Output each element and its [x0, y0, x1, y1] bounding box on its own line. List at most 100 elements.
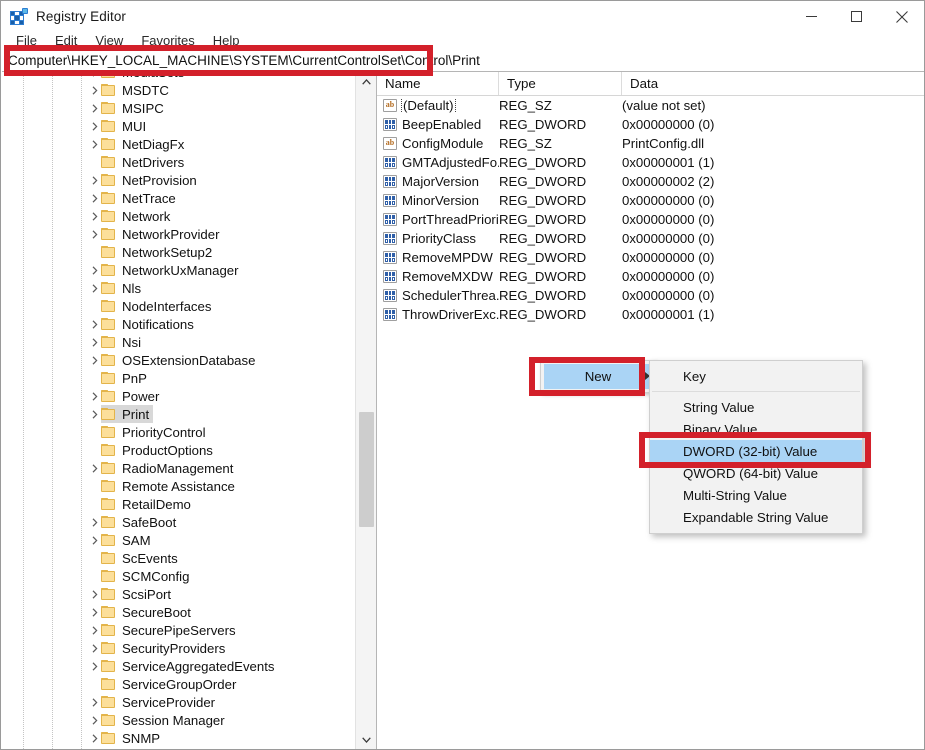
chevron-right-icon[interactable] — [88, 603, 101, 621]
address-bar[interactable]: Computer\HKEY_LOCAL_MACHINE\SYSTEM\Curre… — [2, 49, 924, 72]
tree-item[interactable]: NetTrace — [2, 189, 354, 207]
tree-item[interactable]: PriorityControl — [2, 423, 354, 441]
chevron-right-icon[interactable] — [88, 459, 101, 477]
chevron-right-icon[interactable] — [88, 729, 101, 747]
value-row[interactable]: PortThreadPriority REG_DWORD 0x00000000 (0… — [377, 210, 924, 229]
submenu-item[interactable]: DWORD (32-bit) Value — [650, 440, 862, 462]
chevron-right-icon[interactable] — [88, 261, 101, 279]
tree-item[interactable]: SafeBoot — [2, 513, 354, 531]
maximize-icon[interactable] — [834, 1, 879, 32]
chevron-right-icon[interactable] — [88, 513, 101, 531]
tree-item[interactable]: ScEvents — [2, 549, 354, 567]
tree-item[interactable]: Power — [2, 387, 354, 405]
chevron-right-icon[interactable] — [88, 99, 101, 117]
chevron-right-icon[interactable] — [88, 207, 101, 225]
tree-item[interactable]: ScsiPort — [2, 585, 354, 603]
chevron-right-icon[interactable] — [88, 387, 101, 405]
tree-item[interactable]: NetProvision — [2, 171, 354, 189]
chevron-right-icon[interactable] — [88, 333, 101, 351]
tree-item[interactable]: MUI — [2, 117, 354, 135]
chevron-right-icon[interactable] — [88, 351, 101, 369]
column-header-name[interactable]: Name — [377, 72, 499, 95]
submenu-item[interactable]: Binary Value — [650, 418, 862, 440]
tree-scrollbar[interactable] — [355, 72, 376, 749]
tree-item[interactable]: ServiceAggregatedEvents — [2, 657, 354, 675]
tree-item[interactable]: ServiceProvider — [2, 693, 354, 711]
tree-item[interactable]: SecurityProviders — [2, 639, 354, 657]
tree-item[interactable]: PnP — [2, 369, 354, 387]
tree-item[interactable]: Remote Assistance — [2, 477, 354, 495]
chevron-right-icon[interactable] — [88, 279, 101, 297]
submenu-item[interactable]: QWORD (64-bit) Value — [650, 462, 862, 484]
submenu-item[interactable]: Key — [650, 365, 862, 387]
tree-item[interactable]: Nls — [2, 279, 354, 297]
scroll-up-icon[interactable] — [356, 72, 376, 91]
tree-item[interactable]: SecureBoot — [2, 603, 354, 621]
tree-item[interactable]: ServiceGroupOrder — [2, 675, 354, 693]
tree-item[interactable]: MSIPC — [2, 99, 354, 117]
column-header-type[interactable]: Type — [499, 72, 622, 95]
value-row[interactable]: GMTAdjustedFo... REG_DWORD 0x00000001 (1) — [377, 153, 924, 172]
tree-item[interactable]: NetDiagFx — [2, 135, 354, 153]
chevron-right-icon[interactable] — [88, 639, 101, 657]
tree-item[interactable]: Network — [2, 207, 354, 225]
chevron-right-icon[interactable] — [88, 531, 101, 549]
chevron-right-icon[interactable] — [88, 621, 101, 639]
tree-item[interactable]: NetworkSetup2 — [2, 243, 354, 261]
chevron-right-icon[interactable] — [88, 315, 101, 333]
close-icon[interactable] — [879, 1, 924, 32]
chevron-right-icon[interactable] — [88, 189, 101, 207]
menu-help[interactable]: Help — [204, 32, 249, 49]
chevron-right-icon[interactable] — [88, 711, 101, 729]
tree-item[interactable]: SAM — [2, 531, 354, 549]
chevron-right-icon[interactable] — [88, 171, 101, 189]
tree-scrollbar-thumb[interactable] — [359, 412, 374, 527]
menu-item-new[interactable]: New — [544, 364, 652, 389]
value-row[interactable]: SchedulerThrea... REG_DWORD 0x00000000 (0) — [377, 286, 924, 305]
submenu-item[interactable]: Expandable String Value — [650, 506, 862, 528]
chevron-right-icon[interactable] — [88, 405, 101, 423]
value-row[interactable]: (Default) REG_SZ (value not set) — [377, 96, 924, 115]
value-row[interactable]: RemoveMPDW REG_DWORD 0x00000000 (0) — [377, 248, 924, 267]
chevron-right-icon[interactable] — [88, 81, 101, 99]
chevron-right-icon[interactable] — [88, 72, 101, 81]
column-header-data[interactable]: Data — [622, 72, 924, 95]
tree-item[interactable]: OSExtensionDatabase — [2, 351, 354, 369]
menu-view[interactable]: View — [86, 32, 132, 49]
chevron-right-icon[interactable] — [88, 225, 101, 243]
value-row[interactable]: ConfigModule REG_SZ PrintConfig.dll — [377, 134, 924, 153]
tree-item[interactable]: NodeInterfaces — [2, 297, 354, 315]
tree-item[interactable]: SCMConfig — [2, 567, 354, 585]
value-row[interactable]: PriorityClass REG_DWORD 0x00000000 (0) — [377, 229, 924, 248]
chevron-right-icon[interactable] — [88, 693, 101, 711]
submenu-item[interactable]: Multi-String Value — [650, 484, 862, 506]
minimize-icon[interactable] — [789, 1, 834, 32]
chevron-right-icon[interactable] — [88, 585, 101, 603]
menu-favorites[interactable]: Favorites — [132, 32, 203, 49]
tree-item[interactable]: MSDTC — [2, 81, 354, 99]
tree-item[interactable]: SecurePipeServers — [2, 621, 354, 639]
tree-item[interactable]: RetailDemo — [2, 495, 354, 513]
tree-item[interactable]: RadioManagement — [2, 459, 354, 477]
submenu-item[interactable]: String Value — [650, 396, 862, 418]
chevron-right-icon[interactable] — [88, 657, 101, 675]
tree-item[interactable]: Session Manager — [2, 711, 354, 729]
tree-item[interactable]: SNMP — [2, 729, 354, 747]
chevron-right-icon[interactable] — [88, 135, 101, 153]
value-row[interactable]: RemoveMXDW REG_DWORD 0x00000000 (0) — [377, 267, 924, 286]
tree-item[interactable]: Notifications — [2, 315, 354, 333]
tree-item[interactable]: MediaSets — [2, 72, 354, 81]
tree-item[interactable]: Print — [2, 405, 354, 423]
value-row[interactable]: ThrowDriverExc... REG_DWORD 0x00000001 (1) — [377, 305, 924, 324]
tree-item[interactable]: ProductOptions — [2, 441, 354, 459]
tree-item[interactable]: NetworkUxManager — [2, 261, 354, 279]
tree-item[interactable]: NetworkProvider — [2, 225, 354, 243]
menu-file[interactable]: File — [7, 32, 46, 49]
value-row[interactable]: BeepEnabled REG_DWORD 0x00000000 (0) — [377, 115, 924, 134]
value-row[interactable]: MajorVersion REG_DWORD 0x00000002 (2) — [377, 172, 924, 191]
tree-item[interactable]: NetDrivers — [2, 153, 354, 171]
value-row[interactable]: MinorVersion REG_DWORD 0x00000000 (0) — [377, 191, 924, 210]
scroll-down-icon[interactable] — [356, 730, 376, 749]
chevron-right-icon[interactable] — [88, 117, 101, 135]
menu-edit[interactable]: Edit — [46, 32, 86, 49]
